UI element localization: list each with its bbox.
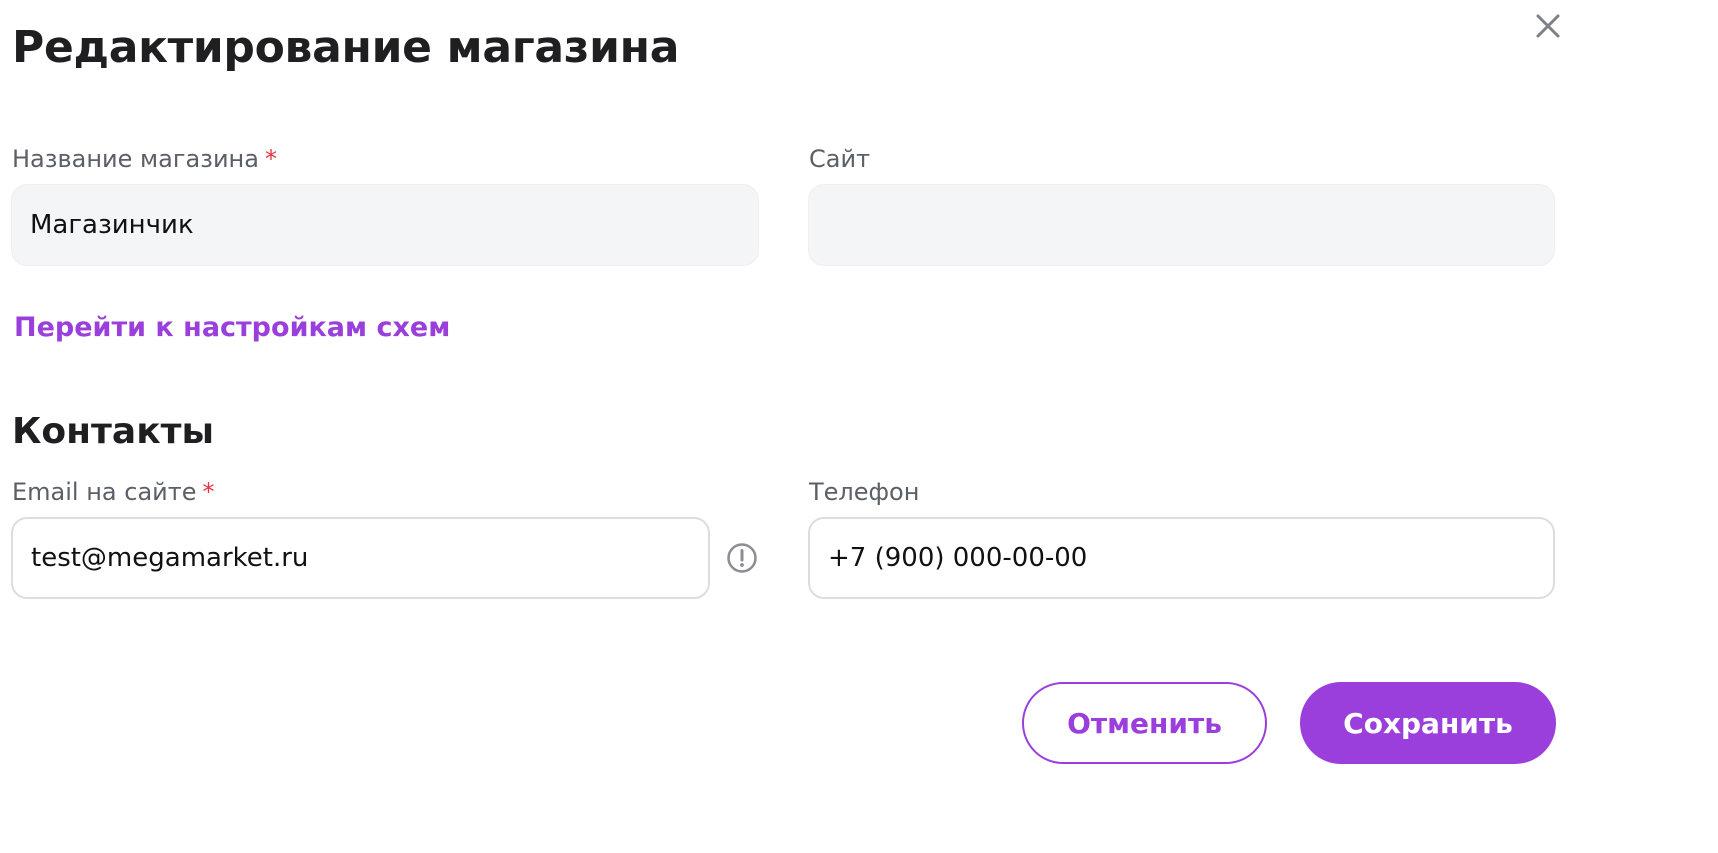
dialog-title: Редактирование магазина (12, 22, 680, 73)
schemes-settings-link[interactable]: Перейти к настройкам схем (14, 310, 450, 346)
site-label: Сайт (809, 144, 870, 174)
required-mark: * (202, 478, 215, 506)
email-field[interactable] (11, 517, 710, 599)
phone-label-text: Телефон (809, 478, 920, 506)
info-circle-icon[interactable] (726, 542, 758, 574)
site-input[interactable] (808, 184, 1555, 266)
phone-field[interactable] (808, 517, 1555, 599)
email-label-text: Email на сайте (12, 478, 197, 506)
store-name-input[interactable] (11, 184, 759, 266)
email-label: Email на сайте * (12, 477, 215, 507)
save-button[interactable]: Сохранить (1300, 682, 1556, 764)
required-mark: * (264, 145, 277, 173)
phone-label: Телефон (809, 477, 919, 507)
store-name-label: Название магазина * (12, 144, 277, 174)
contacts-section-title: Контакты (12, 411, 215, 452)
close-icon[interactable] (1530, 8, 1566, 44)
cancel-button[interactable]: Отменить (1022, 682, 1267, 764)
store-name-label-text: Название магазина (12, 145, 259, 173)
edit-store-dialog: Редактирование магазина Название магазин… (0, 0, 1718, 853)
site-label-text: Сайт (809, 145, 871, 173)
